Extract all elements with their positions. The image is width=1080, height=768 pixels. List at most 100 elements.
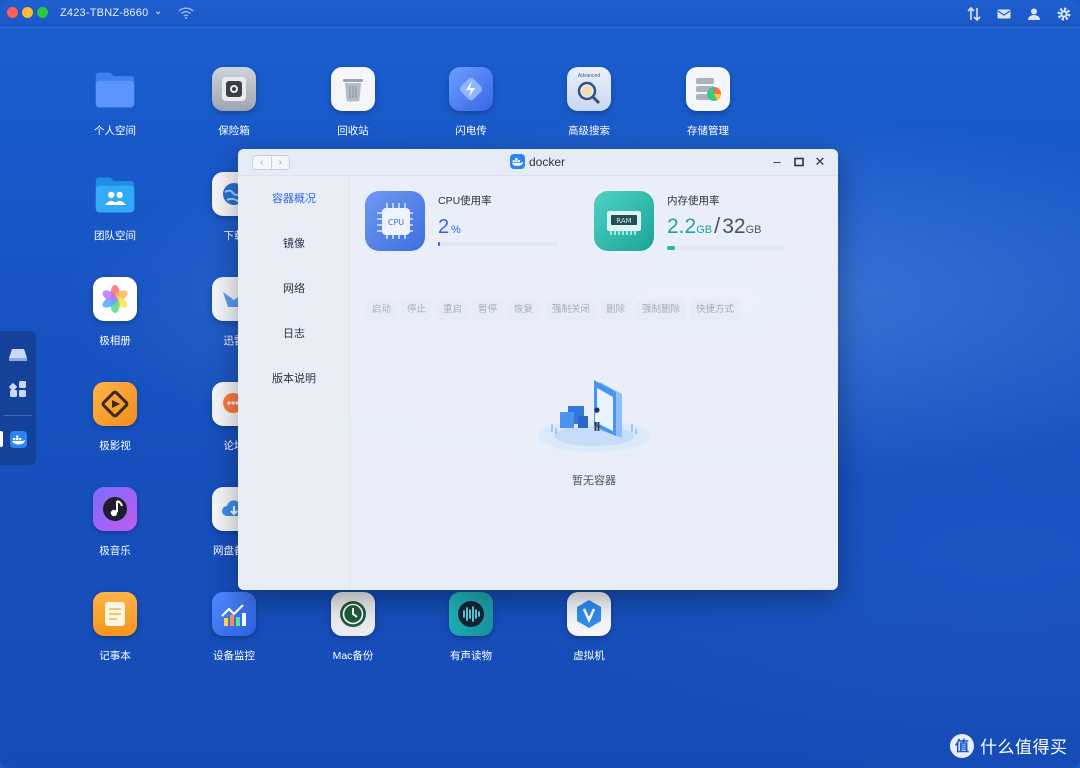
memory-usage-fill: [667, 246, 676, 250]
app-video[interactable]: 极影视: [70, 382, 160, 453]
app-label: 团队空间: [94, 230, 136, 242]
sidebar-item-images[interactable]: 镜像: [238, 234, 350, 254]
mail-icon[interactable]: [996, 6, 1012, 22]
app-label: 保险箱: [218, 125, 250, 137]
chevron-down-icon[interactable]: ⌄: [154, 6, 162, 17]
cpu-value: 2: [438, 216, 450, 238]
close-icon[interactable]: ✕: [813, 154, 827, 170]
cpu-unit: %: [451, 224, 461, 236]
apps-grid-icon[interactable]: [9, 380, 27, 398]
app-label: 记事本: [99, 650, 131, 662]
forward-arrow-icon[interactable]: ›: [270, 156, 290, 169]
window-titlebar[interactable]: ‹ › docker – ✕: [238, 149, 838, 176]
cpu-label: CPU使用率: [438, 195, 492, 207]
sidebar-item-overview[interactable]: 容器概况: [238, 189, 350, 209]
force-delete-button[interactable]: 强制删除: [636, 300, 687, 320]
memory-total-unit: GB: [745, 224, 762, 236]
watermark-logo: 值: [950, 733, 974, 758]
pause-button[interactable]: 暂停: [472, 300, 504, 320]
memory-total: 32: [722, 215, 746, 238]
ram-chip-icon: RAM: [594, 191, 654, 251]
window-title: docker: [529, 154, 566, 169]
app-label: 存储管理: [687, 125, 729, 137]
back-arrow-icon[interactable]: ‹: [253, 156, 271, 169]
app-music[interactable]: 极音乐: [70, 487, 160, 558]
minimize-dot[interactable]: [22, 7, 33, 18]
app-photos[interactable]: 极相册: [70, 277, 160, 348]
audiobook-icon: [449, 592, 493, 636]
app-trash[interactable]: 回收站: [308, 67, 398, 138]
docker-dock-icon[interactable]: [10, 431, 27, 448]
app-team-space[interactable]: 团队空间: [70, 172, 160, 243]
user-icon[interactable]: [1026, 6, 1042, 22]
app-storage[interactable]: 存储管理: [663, 67, 753, 138]
force-stop-button[interactable]: 强制关闭: [546, 300, 597, 320]
monitor-icon: [212, 592, 256, 636]
app-safe[interactable]: 保险箱: [189, 67, 279, 138]
photos-icon: [93, 277, 137, 321]
notes-icon: [93, 592, 137, 636]
memory-used-unit: GB: [696, 224, 713, 236]
memory-separator: /: [714, 213, 721, 238]
app-badge: Advanced: [577, 72, 601, 79]
close-dot[interactable]: [7, 7, 18, 18]
app-label: 极相册: [99, 335, 131, 347]
transfer-icon[interactable]: [966, 6, 982, 22]
window-sidebar: 容器概况 镜像 网络 日志 版本说明: [238, 176, 350, 590]
side-dock: [0, 331, 36, 465]
app-mac-backup[interactable]: Mac备份: [308, 592, 398, 663]
cpu-chip-icon: CPU: [365, 191, 425, 251]
app-label: 极音乐: [99, 545, 131, 557]
app-label: 极影视: [99, 440, 131, 452]
sidebar-item-network[interactable]: 网络: [238, 279, 350, 299]
folder-icon: [93, 67, 137, 111]
storage-icon: [686, 67, 730, 111]
window-title-group: docker: [510, 154, 565, 169]
delete-button[interactable]: 删除: [600, 300, 632, 320]
app-label: 回收站: [337, 125, 369, 137]
app-label: 个人空间: [94, 125, 136, 137]
app-personal-space[interactable]: 个人空间: [70, 67, 160, 138]
memory-used: 2.2: [667, 215, 697, 238]
cpu-usage-bar: [438, 242, 558, 246]
resume-button[interactable]: 恢复: [508, 300, 540, 320]
app-audiobook[interactable]: 有声读物: [426, 592, 516, 663]
app-label: 设备监控: [213, 650, 255, 662]
trash-icon: [331, 67, 375, 111]
gear-icon[interactable]: [1056, 6, 1072, 22]
app-advanced-search[interactable]: Advanced 高级搜索: [544, 67, 634, 138]
maximize-icon[interactable]: [792, 154, 806, 170]
docker-icon: [510, 154, 525, 169]
desktop: Z423-TBNZ-8660 ⌄ 个人空间 保险箱 回收站 闪电传 Advanc…: [0, 0, 1080, 768]
restart-button[interactable]: 重启: [437, 300, 469, 320]
wifi-icon: [178, 7, 194, 19]
sidebar-item-logs[interactable]: 日志: [238, 324, 350, 344]
app-label: 闪电传: [455, 125, 487, 137]
docker-window: ‹ › docker – ✕ 容器概况 镜像 网络 日志 版本说明 CPU CP…: [238, 149, 838, 590]
nav-arrows: ‹ ›: [252, 155, 290, 170]
sidebar-item-release-notes[interactable]: 版本说明: [238, 369, 350, 389]
stop-button[interactable]: 停止: [401, 300, 433, 320]
shortcut-button[interactable]: 快捷方式: [690, 300, 741, 320]
start-button[interactable]: 启动: [366, 300, 398, 320]
app-device-monitor[interactable]: 设备监控: [189, 592, 279, 663]
app-vm[interactable]: 虚拟机: [544, 592, 634, 663]
safe-icon: [212, 67, 256, 111]
music-icon: [93, 487, 137, 531]
app-notes[interactable]: 记事本: [70, 592, 160, 663]
app-label: 高级搜索: [568, 125, 610, 137]
memory-value-group: 2.2GB/32GB: [667, 213, 762, 239]
device-name[interactable]: Z423-TBNZ-8660: [60, 7, 148, 19]
video-icon: [93, 382, 137, 426]
ram-icon-text: RAM: [616, 217, 631, 225]
memory-label: 内存使用率: [667, 195, 720, 207]
minimize-icon[interactable]: –: [770, 154, 784, 170]
watermark-text: 什么值得买: [980, 738, 1068, 757]
drive-icon[interactable]: [8, 347, 28, 363]
maximize-dot[interactable]: [37, 7, 48, 18]
window-main: CPU CPU使用率 2 % RAM 内存使用率 2.2GB/32GB 启动 停…: [350, 176, 838, 590]
app-label: Mac备份: [332, 650, 374, 662]
app-flash-transfer[interactable]: 闪电传: [426, 67, 516, 138]
cpu-icon-text: CPU: [388, 218, 404, 227]
app-label: 有声读物: [450, 650, 492, 662]
